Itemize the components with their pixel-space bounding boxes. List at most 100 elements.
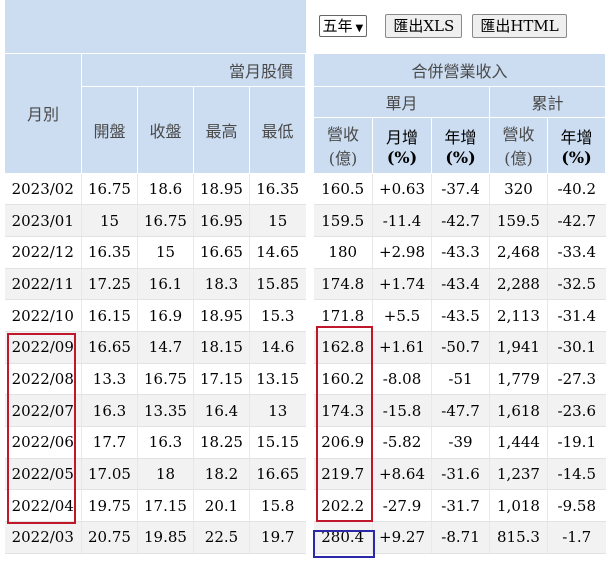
high-price-cell: 18.25 <box>193 426 250 459</box>
revenue-cell: 160.2 <box>313 363 373 396</box>
low-price-cell: 14.65 <box>249 236 306 269</box>
low-price-cell: 15.3 <box>249 299 306 332</box>
revenue-cell: 174.3 <box>313 394 373 427</box>
table-row: 2022/05 17.05 18 18.2 16.65 <box>4 458 306 491</box>
table-row: 2023/02 16.75 18.6 18.95 16.35 <box>4 173 306 206</box>
revenue-cell: 162.8 <box>313 331 373 364</box>
low-price-cell: 13.15 <box>249 363 306 396</box>
month-cell: 2022/04 <box>4 489 82 523</box>
month-cell: 2022/11 <box>4 268 82 301</box>
high-price-cell: 20.1 <box>193 489 250 523</box>
low-price-header: 最低 <box>249 85 306 174</box>
month-column-header: 月別 <box>4 52 82 174</box>
cumulative-yoy-cell: -23.6 <box>546 394 606 427</box>
revenue-cell: 160.5 <box>313 173 373 206</box>
close-price-cell: 18 <box>137 458 194 491</box>
revenue-cell: 206.9 <box>313 426 373 459</box>
period-select[interactable]: 五年 ▼ <box>318 15 368 38</box>
open-price-cell: 16.3 <box>81 394 138 427</box>
yoy-cell: -47.7 <box>431 394 490 427</box>
month-cell: 2023/02 <box>4 173 82 206</box>
low-price-cell: 14.6 <box>249 331 306 364</box>
low-price-cell: 13 <box>249 394 306 427</box>
open-price-cell: 13.3 <box>81 363 138 396</box>
table-row: 2022/08 13.3 16.75 17.15 13.15 <box>4 363 306 396</box>
mom-cell: +0.63 <box>372 173 432 206</box>
open-price-cell: 16.65 <box>81 331 138 364</box>
close-price-cell: 16.3 <box>137 426 194 459</box>
open-price-cell: 16.15 <box>81 299 138 332</box>
export-html-button[interactable]: 匯出HTML <box>472 14 567 39</box>
low-price-cell: 19.7 <box>249 521 306 554</box>
export-xls-button[interactable]: 匯出XLS <box>385 14 463 39</box>
cumulative-yoy-cell: -33.4 <box>546 236 606 269</box>
revenue-cell: 174.8 <box>313 268 373 301</box>
revenue-cell: 180 <box>313 236 373 269</box>
yoy-cell: -39 <box>431 426 490 459</box>
close-price-cell: 19.85 <box>137 521 194 554</box>
open-price-cell: 16.75 <box>81 173 138 206</box>
cumulative-yoy-cell: -9.58 <box>546 489 606 523</box>
revenue-header: 營收 (億) <box>313 116 373 174</box>
low-price-cell: 15 <box>249 204 306 237</box>
cumulative-revenue-cell: 1,018 <box>489 489 548 523</box>
close-price-cell: 17.15 <box>137 489 194 523</box>
cumulative-yoy-cell: -42.7 <box>546 204 606 237</box>
cumulative-yoy-cell: -27.3 <box>546 363 606 396</box>
close-price-header: 收盤 <box>137 85 194 174</box>
cumulative-revenue-cell: 1,618 <box>489 394 548 427</box>
left-header-strip <box>4 0 306 54</box>
revenue-cell: 159.5 <box>313 204 373 237</box>
low-price-cell: 16.35 <box>249 173 306 206</box>
high-price-cell: 18.95 <box>193 299 250 332</box>
mom-cell: -5.82 <box>372 426 432 459</box>
table-row: 2022/03 20.75 19.85 22.5 19.7 <box>4 521 306 554</box>
high-price-cell: 18.3 <box>193 268 250 301</box>
revenue-table: 五年 ▼ 匯出XLS 匯出HTML 合併營業收入 單月 累計 營收 (億) 月增 (%… <box>312 0 607 554</box>
table-row: 159.5 -11.4 -42.7 159.5 -42.7 <box>313 204 606 237</box>
revenue-cell: 280.4 <box>313 521 373 554</box>
month-cell: 2022/12 <box>4 236 82 269</box>
mom-header: 月增 (%) <box>372 116 432 174</box>
yoy-cell: -42.7 <box>431 204 490 237</box>
yoy-cell: -50.7 <box>431 331 490 364</box>
close-price-cell: 13.35 <box>137 394 194 427</box>
table-row: 2022/10 16.15 16.9 18.95 15.3 <box>4 299 306 332</box>
open-price-header: 開盤 <box>81 85 138 174</box>
yoy-cell: -31.7 <box>431 489 490 523</box>
cumulative-yoy-cell: -14.5 <box>546 458 606 491</box>
open-price-cell: 16.35 <box>81 236 138 269</box>
table-row: 180 +2.98 -43.3 2,468 -33.4 <box>313 236 606 269</box>
cumulative-yoy-cell: -40.2 <box>546 173 606 206</box>
month-cell: 2022/09 <box>4 331 82 364</box>
cumulative-revenue-cell: 2,468 <box>489 236 548 269</box>
high-price-cell: 17.15 <box>193 363 250 396</box>
table-row: 2022/04 19.75 17.15 20.1 15.8 <box>4 489 306 523</box>
open-price-cell: 17.25 <box>81 268 138 301</box>
yoy-header: 年增 (%) <box>431 116 490 174</box>
cumulative-revenue-cell: 2,113 <box>489 299 548 332</box>
stock-price-rows: 2023/02 16.75 18.6 18.95 16.35 2023/01 15 16.75… <box>4 173 306 554</box>
low-price-cell: 15.15 <box>249 426 306 459</box>
period-select-value: 五年 <box>322 17 353 36</box>
yoy-cell: -51 <box>431 363 490 396</box>
low-price-cell: 15.85 <box>249 268 306 301</box>
close-price-cell: 15 <box>137 236 194 269</box>
cumulative-revenue-cell: 320 <box>489 173 548 206</box>
revenue-cell: 202.2 <box>313 489 373 523</box>
cumulative-revenue-cell: 815.3 <box>489 521 548 554</box>
table-row: 174.3 -15.8 -47.7 1,618 -23.6 <box>313 394 606 427</box>
consolidated-revenue-group-header: 合併營業收入 <box>312 52 607 87</box>
cumulative-revenue-cell: 2,288 <box>489 268 548 301</box>
yoy-cell: -43.5 <box>431 299 490 332</box>
open-price-cell: 15 <box>81 204 138 237</box>
cumulative-revenue-header: 營收 (億) <box>489 116 548 174</box>
table-row: 206.9 -5.82 -39 1,444 -19.1 <box>313 426 606 459</box>
high-price-cell: 16.65 <box>193 236 250 269</box>
cumulative-revenue-cell: 1,444 <box>489 426 548 459</box>
cumulative-yoy-cell: -19.1 <box>546 426 606 459</box>
month-cell: 2022/07 <box>4 394 82 427</box>
table-row: 2022/07 16.3 13.35 16.4 13 <box>4 394 306 427</box>
yoy-cell: -37.4 <box>431 173 490 206</box>
cumulative-yoy-cell: -30.1 <box>546 331 606 364</box>
